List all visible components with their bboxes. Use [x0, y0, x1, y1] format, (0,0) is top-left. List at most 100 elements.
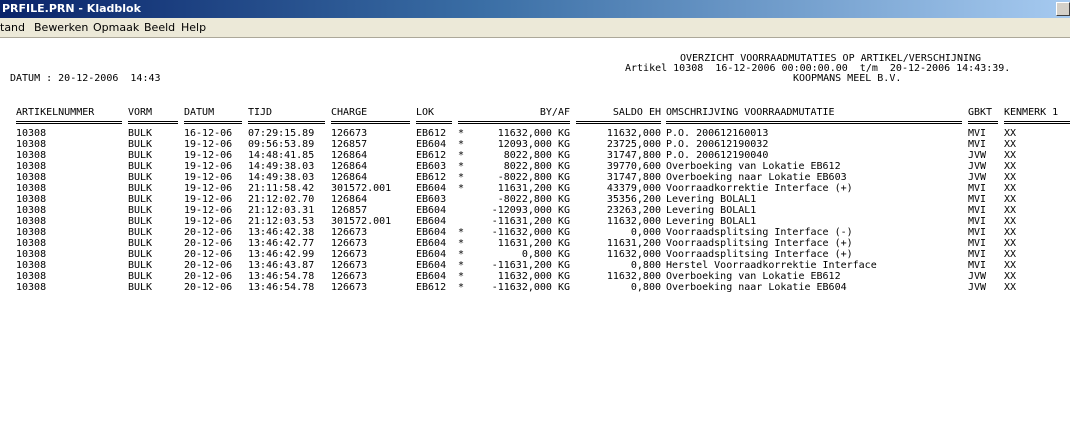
col-saldo-header: SALDO EH [612, 107, 661, 118]
table-row: 10308 BULK 20-12-06 13:46:54.78 126673 EB612 *… [0, 282, 1070, 293]
cell-tijd: 13:46:54.78 [248, 282, 315, 293]
cell-datum: 19-12-06 [184, 150, 233, 161]
cell-omschr: P.O. 200612190032 [666, 139, 769, 150]
cell-kenmerk: XX [1004, 205, 1017, 216]
cell-vorm: BULK [128, 216, 153, 227]
cell-charge: 126864 [331, 150, 368, 161]
cell-omschr: Herstel Voorraadkorrektie Interface [666, 260, 877, 271]
col-lok-header: LOK [416, 107, 435, 118]
cell-vorm: BULK [128, 150, 153, 161]
cell-byaf: 8022,800 KG [503, 161, 570, 172]
cell-lok: EB604 [416, 205, 447, 216]
cell-omschr: Voorraadkorrektie Interface (+) [666, 183, 853, 194]
cell-charge: 126864 [331, 194, 368, 205]
cell-byaf: 11632,000 KG [497, 128, 570, 139]
cell-datum: 20-12-06 [184, 260, 233, 271]
cell-artikel: 10308 [16, 128, 47, 139]
cell-byaf: -11632,000 KG [491, 282, 570, 293]
table-row: 10308 BULK 20-12-06 13:46:42.77 126673 EB604 *… [0, 238, 1070, 249]
menu-bewerken[interactable]: Bewerken [34, 21, 88, 34]
cell-gbkt: MVI [968, 238, 987, 249]
cell-charge: 126673 [331, 128, 368, 139]
cell-kenmerk: XX [1004, 271, 1017, 282]
cell-datum: 19-12-06 [184, 183, 233, 194]
cell-vorm: BULK [128, 172, 153, 183]
table-row: 10308 BULK 19-12-06 21:11:58.42 301572.001 EB… [0, 183, 1070, 194]
cell-byaf: -11632,000 KG [491, 227, 570, 238]
cell-lok: EB604 [416, 139, 447, 150]
cell-kenmerk: XX [1004, 216, 1017, 227]
title-bar[interactable]: PRFILE.PRN - Kladblok [0, 0, 1070, 18]
header-rule-gbkt [968, 121, 998, 124]
cell-gbkt: MVI [968, 227, 987, 238]
cell-lok: EB612 [416, 172, 447, 183]
table-row: 10308 BULK 20-12-06 13:46:42.38 126673 EB604 *… [0, 227, 1070, 238]
cell-tijd: 13:46:43.87 [248, 260, 315, 271]
cell-saldo: 0,800 [630, 260, 661, 271]
cell-artikel: 10308 [16, 249, 47, 260]
cell-lok: EB612 [416, 282, 447, 293]
cell-vorm: BULK [128, 249, 153, 260]
cell-saldo: 43379,000 [606, 183, 661, 194]
cell-omschr: Overboeking van Lokatie EB612 [666, 161, 841, 172]
cell-kenmerk: XX [1004, 128, 1017, 139]
menu-bar: tand Bewerken Opmaak Beeld Help [0, 18, 1070, 38]
cell-kenmerk: XX [1004, 227, 1017, 238]
cell-vorm: BULK [128, 128, 153, 139]
cell-kenmerk: XX [1004, 161, 1017, 172]
cell-vorm: BULK [128, 271, 153, 282]
menu-help[interactable]: Help [181, 21, 206, 34]
cell-saldo: 11632,000 [606, 128, 661, 139]
table-row: 10308 BULK 19-12-06 14:49:38.03 126864 EB612 *… [0, 172, 1070, 183]
cell-artikel: 10308 [16, 183, 47, 194]
cell-lok: EB604 [416, 238, 447, 249]
header-rule-artikel [16, 121, 122, 124]
cell-kenmerk: XX [1004, 260, 1017, 271]
cell-datum: 20-12-06 [184, 227, 233, 238]
cell-datum: 20-12-06 [184, 238, 233, 249]
cell-gbkt: MVI [968, 216, 987, 227]
close-button[interactable] [1056, 2, 1070, 16]
menu-bestand[interactable]: tand [0, 21, 25, 34]
cell-tijd: 09:56:53.89 [248, 139, 315, 150]
cell-lok: EB604 [416, 271, 447, 282]
col-gbkt-header: GBKT [968, 107, 993, 118]
cell-lok: EB604 [416, 227, 447, 238]
col-charge-header: CHARGE [331, 107, 368, 118]
cell-saldo: 11631,200 [606, 238, 661, 249]
cell-gbkt: MVI [968, 183, 987, 194]
cell-star: * [458, 238, 465, 249]
cell-star: * [458, 172, 465, 183]
cell-saldo: 11632,800 [606, 271, 661, 282]
cell-saldo: 31747,800 [606, 150, 661, 161]
cell-artikel: 10308 [16, 271, 47, 282]
report-company: KOOPMANS MEEL B.V. [793, 73, 902, 84]
cell-kenmerk: XX [1004, 172, 1017, 183]
cell-byaf: 11631,200 KG [497, 238, 570, 249]
cell-omschr: Levering BOLAL1 [666, 194, 757, 205]
menu-beeld[interactable]: Beeld [144, 21, 175, 34]
cell-artikel: 10308 [16, 238, 47, 249]
table-row: 10308 BULK 19-12-06 21:12:03.31 126857 EB604 -… [0, 205, 1070, 216]
cell-gbkt: JVW [968, 271, 987, 282]
header-rule-tijd [248, 121, 325, 124]
cell-tijd: 21:12:02.70 [248, 194, 315, 205]
col-omschr-header: OMSCHRIJVING VOORRAADMUTATIE [666, 107, 835, 118]
cell-datum: 16-12-06 [184, 128, 233, 139]
cell-tijd: 21:11:58.42 [248, 183, 315, 194]
cell-datum: 20-12-06 [184, 282, 233, 293]
cell-star: * [458, 183, 465, 194]
menu-opmaak[interactable]: Opmaak [93, 21, 139, 34]
cell-vorm: BULK [128, 227, 153, 238]
cell-charge: 301572.001 [331, 183, 392, 194]
cell-vorm: BULK [128, 205, 153, 216]
cell-kenmerk: XX [1004, 139, 1017, 150]
cell-lok: EB612 [416, 128, 447, 139]
cell-lok: EB604 [416, 249, 447, 260]
cell-artikel: 10308 [16, 216, 47, 227]
cell-datum: 19-12-06 [184, 139, 233, 150]
cell-omschr: Overboeking naar Lokatie EB604 [666, 282, 847, 293]
cell-tijd: 13:46:54.78 [248, 271, 315, 282]
cell-artikel: 10308 [16, 227, 47, 238]
cell-star: * [458, 271, 465, 282]
